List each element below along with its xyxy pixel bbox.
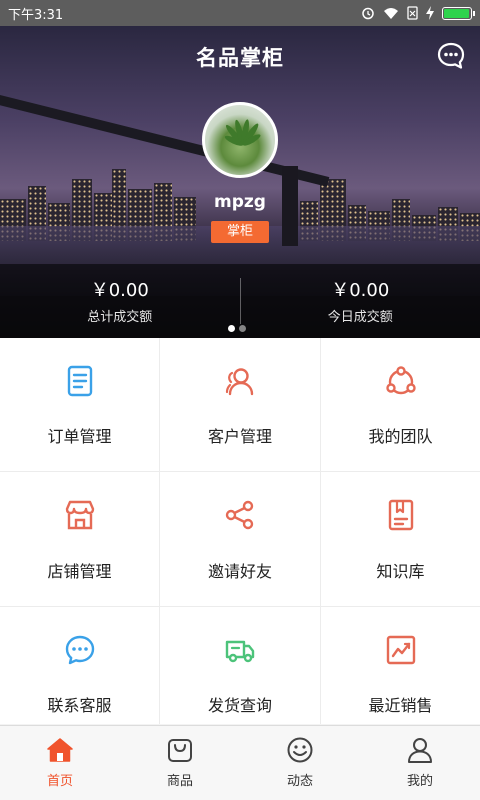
stat-total-sales: ￥0.00 总计成交额 bbox=[0, 264, 240, 338]
carousel-indicator bbox=[228, 325, 246, 332]
nav-profile[interactable]: 我的 bbox=[360, 726, 480, 800]
carousel-dot[interactable] bbox=[239, 325, 246, 332]
menu-shipping-query[interactable]: 发货查询 bbox=[160, 607, 320, 724]
bag-icon bbox=[168, 739, 192, 762]
menu-my-team[interactable]: 我的团队 bbox=[321, 338, 480, 471]
stat-today-sales: ￥0.00 今日成交额 bbox=[241, 264, 480, 338]
order-icon bbox=[67, 365, 92, 397]
nav-label: 首页 bbox=[46, 774, 73, 789]
nav-label: 动态 bbox=[286, 774, 313, 789]
page-title: 名品掌柜 bbox=[196, 46, 284, 70]
function-grid: 订单管理 客户管理 我的团队 店铺管理 邀请好友 知识库 联系客服 发货查询 最… bbox=[0, 338, 480, 724]
hero-banner[interactable]: 名品掌柜 mpzg 掌柜 ￥0.00 总计成交额 ￥0.00 今日成交额 bbox=[0, 26, 480, 338]
nav-label: 我的 bbox=[406, 774, 433, 789]
menu-label: 店铺管理 bbox=[47, 562, 112, 581]
team-icon bbox=[385, 366, 416, 395]
wifi-icon bbox=[384, 7, 398, 19]
menu-customer-management[interactable]: 客户管理 bbox=[160, 338, 320, 471]
alarm-icon bbox=[362, 7, 374, 20]
menu-order-management[interactable]: 订单管理 bbox=[0, 338, 159, 471]
user-icon bbox=[408, 738, 432, 763]
status-bar: 下午3:31 bbox=[0, 0, 480, 26]
menu-label: 联系客服 bbox=[47, 696, 112, 715]
nav-products[interactable]: 商品 bbox=[120, 726, 240, 800]
menu-label: 发货查询 bbox=[207, 696, 272, 715]
menu-knowledge-base[interactable]: 知识库 bbox=[321, 472, 480, 606]
menu-label: 我的团队 bbox=[368, 427, 433, 446]
store-icon bbox=[65, 500, 94, 530]
menu-recent-sales[interactable]: 最近销售 bbox=[321, 607, 480, 724]
menu-contact-service[interactable]: 联系客服 bbox=[0, 607, 159, 724]
nav-label: 商品 bbox=[166, 774, 193, 789]
menu-label: 邀请好友 bbox=[207, 562, 272, 581]
share-icon bbox=[225, 500, 254, 530]
menu-label: 订单管理 bbox=[47, 427, 112, 446]
system-icons bbox=[361, 6, 475, 20]
carousel-dot[interactable] bbox=[228, 325, 235, 332]
menu-label: 最近销售 bbox=[368, 696, 433, 715]
menu-label: 知识库 bbox=[376, 562, 425, 581]
stat-amount: ￥0.00 bbox=[90, 280, 149, 301]
status-time: 下午3:31 bbox=[8, 7, 64, 23]
menu-label: 客户管理 bbox=[207, 427, 272, 446]
home-icon bbox=[47, 738, 73, 762]
avatar[interactable] bbox=[202, 102, 278, 178]
stat-label: 今日成交额 bbox=[327, 310, 393, 325]
charging-icon bbox=[426, 6, 434, 20]
book-icon bbox=[388, 499, 413, 531]
smile-icon bbox=[287, 737, 313, 763]
chart-icon bbox=[386, 635, 415, 665]
stat-amount: ￥0.00 bbox=[331, 280, 390, 301]
bottom-nav: 首页 商品 动态 我的 bbox=[0, 725, 480, 800]
truck-icon bbox=[225, 640, 255, 663]
no-sim-icon bbox=[407, 6, 418, 20]
nav-home[interactable]: 首页 bbox=[0, 726, 120, 800]
service-icon bbox=[65, 635, 94, 665]
customer-icon bbox=[225, 368, 254, 396]
stat-label: 总计成交额 bbox=[87, 310, 153, 325]
battery-icon bbox=[442, 6, 475, 20]
menu-invite-friends[interactable]: 邀请好友 bbox=[160, 472, 320, 606]
username: mpzg bbox=[214, 192, 266, 212]
menu-store-management[interactable]: 店铺管理 bbox=[0, 472, 159, 606]
message-icon[interactable] bbox=[436, 41, 466, 71]
role-badge: 掌柜 bbox=[211, 221, 269, 243]
nav-feed[interactable]: 动态 bbox=[240, 726, 360, 800]
